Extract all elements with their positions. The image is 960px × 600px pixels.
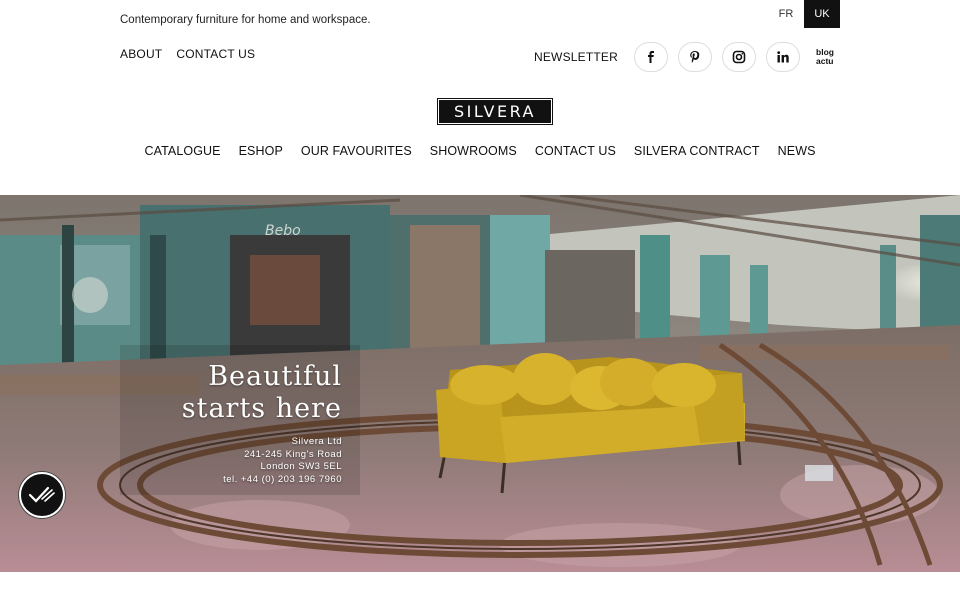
nav-our-favourites[interactable]: OUR FAVOURITES	[301, 144, 412, 158]
hero-banner[interactable]: Bebo	[0, 195, 960, 572]
tagline: Contemporary furniture for home and work…	[120, 14, 371, 26]
main-nav: CATALOGUE ESHOP OUR FAVOURITES SHOWROOMS…	[0, 144, 960, 158]
address-line: London SW3 5EL	[260, 461, 342, 472]
facebook-icon[interactable]	[634, 42, 668, 72]
pinterest-icon[interactable]	[678, 42, 712, 72]
nav-catalogue[interactable]: CATALOGUE	[144, 144, 220, 158]
silvera-logo[interactable]: SILVERA	[437, 98, 553, 125]
blog-label-line2: actu	[816, 56, 834, 66]
instagram-icon[interactable]	[722, 42, 756, 72]
address-line: 241-245 King's Road	[244, 448, 342, 460]
social-bar: NEWSLETTER blog actu	[534, 42, 840, 72]
nav-news[interactable]: NEWS	[778, 144, 816, 158]
cookie-consent-button[interactable]	[19, 472, 65, 518]
hero-title-line2: starts here	[181, 393, 342, 424]
top-nav: ABOUT CONTACT US	[120, 47, 255, 61]
nav-eshop[interactable]: ESHOP	[239, 144, 283, 158]
address-phone: tel. +44 (0) 203 196 7960	[223, 473, 342, 485]
blog-link[interactable]: blog actu	[810, 42, 840, 72]
hero-image: Bebo	[0, 195, 960, 572]
language-switcher: FR UK	[768, 0, 840, 28]
contact-us-top-link[interactable]: CONTACT US	[176, 47, 255, 61]
lang-uk[interactable]: UK	[804, 0, 840, 28]
nav-silvera-contract[interactable]: SILVERA CONTRACT	[634, 144, 760, 158]
hero-title: Beautiful starts here	[182, 361, 342, 425]
nav-showrooms[interactable]: SHOWROOMS	[430, 144, 517, 158]
hero-address: Silvera Ltd 241-245 King's Road London S…	[223, 436, 342, 486]
address-line: Silvera Ltd	[291, 436, 342, 447]
svg-text:Bebo: Bebo	[265, 223, 301, 239]
hero-title-line1: Beautiful	[208, 361, 342, 392]
linkedin-icon[interactable]	[766, 42, 800, 72]
nav-contact-us[interactable]: CONTACT US	[535, 144, 616, 158]
lang-fr[interactable]: FR	[768, 0, 804, 28]
about-link[interactable]: ABOUT	[120, 47, 162, 61]
newsletter-link[interactable]: NEWSLETTER	[534, 50, 618, 64]
checkmark-icon	[28, 486, 55, 503]
